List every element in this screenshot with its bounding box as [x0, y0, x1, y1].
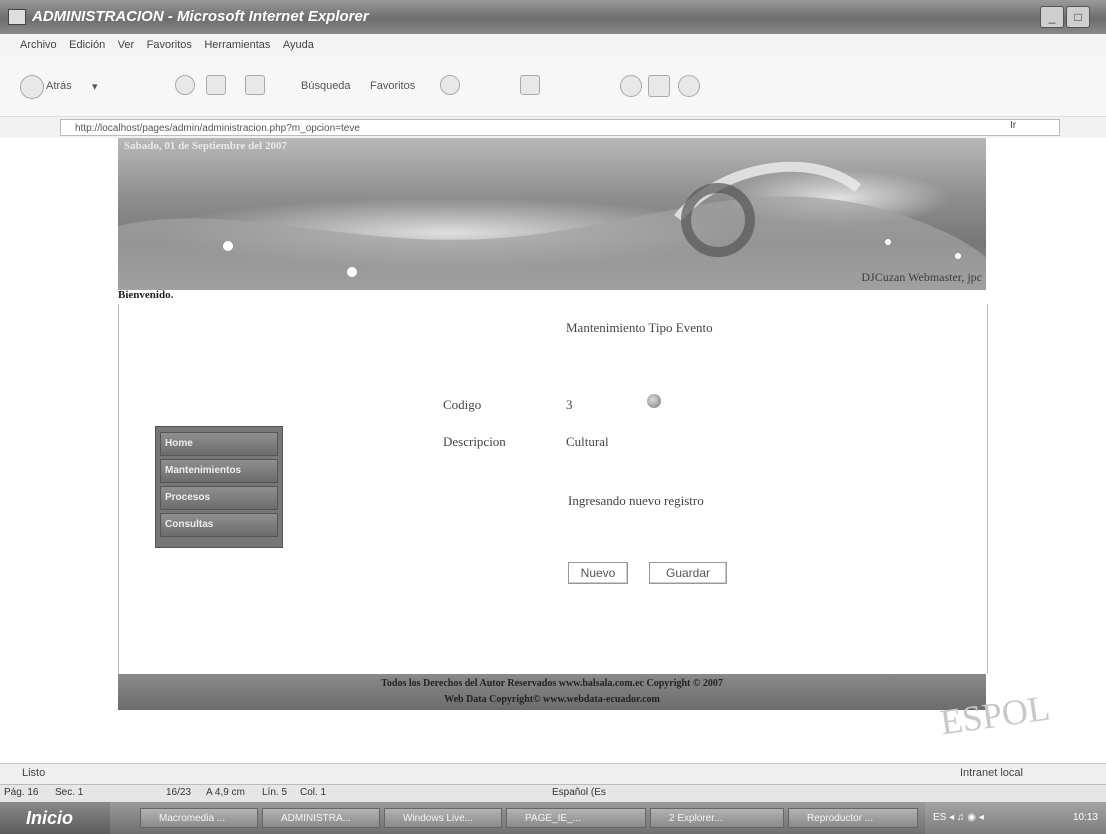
descripcion-value[interactable]: Cultural	[566, 434, 609, 450]
mail-icon[interactable]	[520, 75, 540, 95]
page-title: Mantenimiento Tipo Evento	[566, 320, 713, 335]
menu-ver[interactable]: Ver	[118, 34, 135, 56]
minimize-button[interactable]: _	[1040, 6, 1064, 28]
word-page-count: 16/23	[166, 787, 192, 798]
word-position: A 4,9 cm	[206, 787, 245, 798]
nav-item-mantenimientos[interactable]: Mantenimientos	[160, 459, 278, 483]
menu-ayuda[interactable]: Ayuda	[283, 34, 314, 56]
main-panel: Mantenimiento Tipo Evento Codigo 3 Descr…	[118, 304, 988, 674]
edit-icon[interactable]	[648, 75, 670, 97]
task-explorer[interactable]: 2 Explorer...	[650, 808, 784, 828]
left-navigation: Home Mantenimientos Procesos Consultas	[155, 426, 283, 548]
menu-herramientas[interactable]: Herramientas	[204, 34, 270, 56]
nav-item-home[interactable]: Home	[160, 432, 278, 456]
back-dropdown-icon[interactable]: ▾	[92, 80, 98, 93]
descripcion-label: Descripcion	[443, 434, 506, 449]
status-text: Listo	[22, 767, 46, 779]
status-message: Ingresando nuevo registro	[568, 493, 704, 508]
print-icon[interactable]	[620, 75, 642, 97]
word-column: Col. 1	[300, 787, 327, 798]
status-bar: Listo Intranet local	[0, 763, 1106, 785]
codigo-value: 3	[566, 397, 573, 412]
task-macromedia[interactable]: Macromedia ...	[140, 808, 258, 828]
task-page-ie[interactable]: PAGE_IE_...	[506, 808, 646, 828]
tray-icons[interactable]: ES ◂ ♫ ◉ ◂	[933, 812, 984, 823]
footer-webdata: Web Data Copyright© www.webdata-ecuador.…	[444, 694, 660, 705]
footer-copyright: Todos los Derechos del Autor Reservados …	[381, 678, 723, 689]
menu-edicion[interactable]: Edición	[69, 34, 105, 56]
site-footer: Todos los Derechos del Autor Reservados …	[118, 674, 986, 710]
task-windows-live[interactable]: Windows Live...	[384, 808, 502, 828]
taskbar: Inicio Macromedia ... ADMINISTRA... Wind…	[0, 802, 1106, 834]
system-tray: ES ◂ ♫ ◉ ◂ 10:13	[925, 802, 1106, 834]
search-label[interactable]: Búsqueda	[301, 80, 351, 92]
window-title: ADMINISTRACION - Microsoft Internet Expl…	[32, 8, 369, 25]
favorites-label[interactable]: Favoritos	[370, 80, 415, 92]
codigo-label: Codigo	[443, 397, 482, 412]
refresh-icon[interactable]	[245, 75, 265, 95]
menu-bar: Archivo Edición Ver Favoritos Herramient…	[0, 34, 1106, 57]
zone-text: Intranet local	[960, 767, 1023, 779]
banner-swirl-graphic	[118, 161, 986, 290]
history-icon[interactable]	[440, 75, 460, 95]
nav-item-procesos[interactable]: Procesos	[160, 486, 278, 510]
new-button[interactable]: Nuevo	[568, 562, 628, 584]
menu-archivo[interactable]: Archivo	[20, 34, 57, 56]
task-reproductor[interactable]: Reproductor ...	[788, 808, 918, 828]
start-button[interactable]: Inicio	[0, 802, 110, 834]
word-line: Lín. 5	[262, 787, 288, 798]
address-input[interactable]: http://localhost/pages/admin/administrac…	[60, 119, 1060, 136]
back-icon[interactable]	[20, 75, 44, 99]
word-status-bar: Pág. 16 Sec. 1 16/23 A 4,9 cm Lín. 5 Col…	[0, 784, 1106, 803]
site-banner: Sabado, 01 de Septiembre del 2007 DJCuza…	[118, 138, 986, 290]
globe-icon[interactable]	[647, 394, 661, 408]
word-section: Sec. 1	[55, 787, 84, 798]
forward-icon[interactable]	[175, 75, 195, 95]
page-content: Sabado, 01 de Septiembre del 2007 DJCuza…	[0, 138, 1106, 763]
save-button[interactable]: Guardar	[649, 562, 727, 584]
back-label[interactable]: Atrás	[46, 80, 72, 92]
word-page: Pág. 16	[4, 787, 39, 798]
webmaster-credit: DJCuzan Webmaster, jpc	[861, 270, 982, 284]
word-language: Español (Es	[552, 787, 606, 798]
clock: 10:13	[1072, 812, 1098, 823]
toolbar: Atrás ▾ Búsqueda Favoritos	[0, 56, 1106, 116]
welcome-text: Bienvenido.	[118, 289, 174, 301]
ie-window-icon	[8, 9, 26, 25]
address-bar: http://localhost/pages/admin/administrac…	[0, 116, 1106, 140]
maximize-button[interactable]: □	[1066, 6, 1090, 28]
stop-icon[interactable]	[206, 75, 226, 95]
task-administracion[interactable]: ADMINISTRA...	[262, 808, 380, 828]
nav-item-consultas[interactable]: Consultas	[160, 513, 278, 537]
title-bar: ADMINISTRACION - Microsoft Internet Expl…	[0, 0, 1106, 34]
current-date: Sabado, 01 de Septiembre del 2007	[124, 140, 287, 152]
messenger-icon[interactable]	[678, 75, 700, 97]
go-button[interactable]: Ir	[1010, 120, 1016, 131]
menu-favoritos[interactable]: Favoritos	[147, 34, 192, 56]
